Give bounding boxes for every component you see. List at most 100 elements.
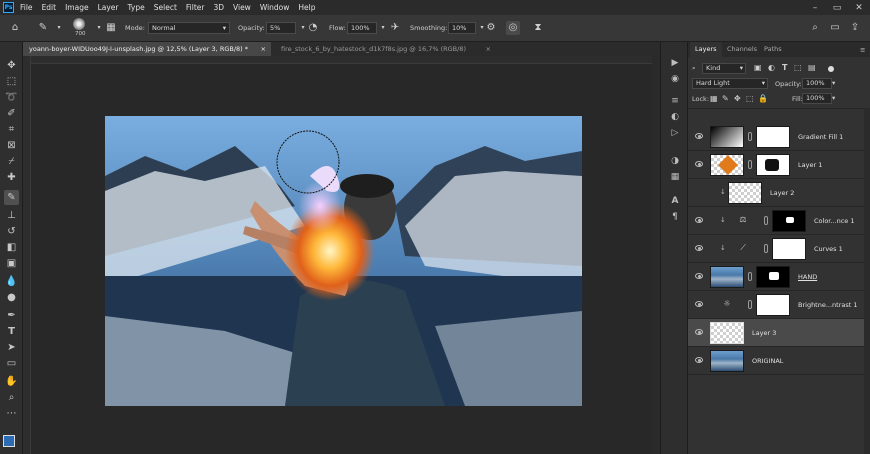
link-icon[interactable] (764, 244, 768, 253)
tab-paths[interactable]: Paths (759, 42, 787, 57)
close-icon[interactable]: × (486, 42, 491, 56)
menu-image[interactable]: Image (65, 3, 89, 12)
path-select-tool-icon[interactable]: ➤ (4, 340, 19, 355)
layer-row[interactable]: HAND (688, 263, 864, 291)
crop-tool-icon[interactable]: ⌗ (4, 122, 19, 137)
share-icon[interactable]: ⇪ (848, 21, 862, 35)
lock-transparent-icon[interactable]: ▦ (710, 94, 718, 103)
menu-select[interactable]: Select (154, 3, 177, 12)
menu-layer[interactable]: Layer (98, 3, 119, 12)
menu-window[interactable]: Window (260, 3, 290, 12)
blur-tool-icon[interactable]: 💧 (4, 274, 19, 289)
filter-shape-icon[interactable]: ⬚ (794, 63, 802, 72)
lock-pixels-icon[interactable]: ✎ (722, 94, 729, 103)
paragraph-icon[interactable]: ¶ (668, 210, 682, 224)
visibility-eye-icon[interactable] (695, 273, 703, 279)
restore-icon[interactable]: ▭ (826, 0, 848, 15)
layer-row[interactable]: ☼ Brightne...ntrast 1 (688, 291, 864, 319)
lock-all-icon[interactable]: 🔒 (758, 94, 768, 103)
history-brush-tool-icon[interactable]: ↺ (4, 224, 19, 239)
tab-layers[interactable]: Layers (690, 42, 722, 57)
eraser-tool-icon[interactable]: ◧ (4, 240, 19, 255)
brush-preset-icon[interactable]: ✎ (36, 21, 50, 35)
pressure-opacity-icon[interactable]: ◔ (306, 21, 320, 35)
marquee-tool-icon[interactable]: ⬚ (4, 74, 19, 89)
link-icon[interactable] (748, 132, 752, 141)
opacity-input[interactable]: 5% (266, 22, 296, 34)
chevron-down-icon[interactable]: ▾ (832, 79, 835, 87)
adjustments-icon[interactable]: ◐ (668, 110, 682, 124)
vertical-scrollbar[interactable] (652, 56, 660, 454)
smoothing-input[interactable]: 10% (448, 22, 476, 34)
frame-tool-icon[interactable]: ⊠ (4, 138, 19, 153)
filter-adjustment-icon[interactable]: ◐ (768, 63, 775, 72)
pen-tool-icon[interactable]: ✒ (4, 308, 19, 323)
chevron-down-icon[interactable]: ▾ (52, 21, 66, 35)
menu-view[interactable]: View (233, 3, 251, 12)
layer-row[interactable]: Layer 1 (688, 151, 864, 179)
document-tab[interactable]: fire_stock_6_by_hatestock_d1k7f8s.jpg @ … (275, 42, 495, 56)
character-icon[interactable]: A (668, 194, 682, 208)
layers-scrollbar[interactable] (864, 108, 870, 454)
type-tool-icon[interactable]: T (4, 324, 19, 339)
filter-type-icon[interactable]: T (782, 63, 787, 72)
move-tool-icon[interactable]: ✥ (4, 58, 19, 73)
tab-channels[interactable]: Channels (722, 42, 762, 57)
eyedropper-tool-icon[interactable]: ⌿ (4, 154, 19, 169)
link-icon[interactable] (764, 216, 768, 225)
layer-row[interactable]: ORIGINAL (688, 347, 864, 375)
gear-icon[interactable]: ⚙ (484, 21, 498, 35)
layer-opacity-input[interactable]: 100% (802, 78, 832, 89)
foreground-color-swatch[interactable] (3, 435, 15, 447)
menu-file[interactable]: File (20, 3, 33, 12)
lock-artboard-icon[interactable]: ⬚ (746, 94, 754, 103)
menu-help[interactable]: Help (298, 3, 315, 12)
filter-pixel-icon[interactable]: ▣ (754, 63, 762, 72)
visibility-eye-icon[interactable] (695, 301, 703, 307)
panel-menu-icon[interactable]: ≡ (860, 46, 865, 54)
workspace-icon[interactable]: ▭ (828, 21, 842, 35)
layer-row-selected[interactable]: Layer 3 (688, 319, 864, 347)
minimize-icon[interactable]: – (804, 0, 826, 15)
menu-3d[interactable]: 3D (213, 3, 224, 12)
gradient-tool-icon[interactable]: ▣ (4, 256, 19, 271)
visibility-eye-icon[interactable] (695, 357, 703, 363)
visibility-eye-icon[interactable] (695, 329, 703, 335)
chevron-down-icon[interactable]: ▾ (832, 94, 835, 102)
zoom-tool-icon[interactable]: ⌕ (4, 390, 19, 405)
brush-tool-icon[interactable]: ✎ (4, 190, 19, 205)
more-tools-icon[interactable]: ⋯ (4, 406, 19, 421)
swatches-icon[interactable]: ▦ (668, 170, 682, 184)
hand-tool-icon[interactable]: ✋ (4, 374, 19, 389)
actions-icon[interactable]: ▷ (668, 126, 682, 140)
close-icon[interactable]: ✕ (848, 0, 870, 15)
layer-row[interactable]: ↓ ⟋ Curves 1 (688, 235, 864, 263)
layer-row[interactable]: ↓ ⚖ Color...nce 1 (688, 207, 864, 235)
stamp-tool-icon[interactable]: ⊥ (4, 208, 19, 223)
close-icon[interactable]: × (261, 42, 266, 56)
menu-type[interactable]: Type (128, 3, 145, 12)
link-icon[interactable] (748, 300, 752, 309)
menu-filter[interactable]: Filter (186, 3, 205, 12)
document-image[interactable] (105, 116, 582, 406)
properties-icon[interactable]: ≡ (668, 94, 682, 108)
brush-panel-icon[interactable]: ◉ (668, 72, 682, 86)
lock-position-icon[interactable]: ✥ (734, 94, 741, 103)
flow-input[interactable]: 100% (347, 22, 377, 34)
filter-kind-select[interactable]: Kind ▾ (702, 63, 746, 74)
link-icon[interactable] (748, 160, 752, 169)
search-icon[interactable]: ⌕ (808, 21, 822, 35)
menu-edit[interactable]: Edit (42, 3, 57, 12)
lasso-tool-icon[interactable]: ➰ (4, 90, 19, 105)
history-icon[interactable]: ▶ (668, 56, 682, 70)
symmetry-icon[interactable]: ⧗ (531, 21, 545, 35)
brush-tip-icon[interactable] (73, 18, 85, 30)
color-icon[interactable]: ◑ (668, 154, 682, 168)
filter-smart-object-icon[interactable]: ▤ (808, 63, 816, 72)
dodge-tool-icon[interactable]: ● (4, 290, 19, 305)
pressure-size-icon[interactable]: ◎ (506, 21, 520, 35)
home-icon[interactable]: ⌂ (8, 21, 22, 35)
quick-select-tool-icon[interactable]: ✐ (4, 106, 19, 121)
mode-select[interactable]: Normal ▾ (148, 22, 230, 34)
visibility-eye-icon[interactable] (695, 217, 703, 223)
